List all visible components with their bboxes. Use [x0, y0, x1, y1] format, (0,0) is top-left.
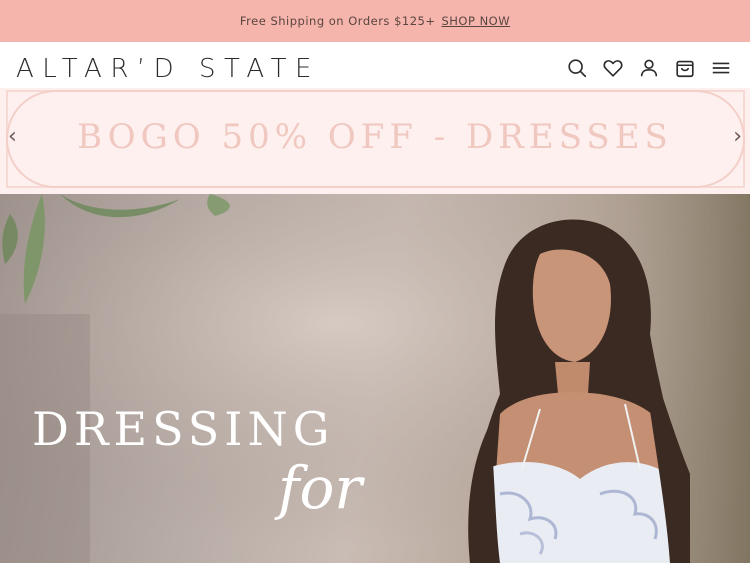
- hero-image[interactable]: DRESSING for: [0, 194, 750, 563]
- banner-prev-button[interactable]: ‹: [8, 126, 17, 148]
- site-header: ALTAR’D STATE: [0, 42, 750, 88]
- promo-text: Free Shipping on Orders $125+: [239, 14, 436, 28]
- banner-text: BOGO 50% OFF - DRESSES: [77, 117, 673, 157]
- hero-illustration: [0, 194, 750, 563]
- hero-script: for: [278, 454, 363, 522]
- menu-icon[interactable]: [710, 57, 732, 79]
- heart-icon[interactable]: [602, 57, 624, 79]
- shop-now-link[interactable]: SHOP NOW: [441, 14, 510, 28]
- hero-title: DRESSING: [32, 402, 335, 456]
- brand-logo[interactable]: ALTAR’D STATE: [16, 54, 320, 84]
- account-icon[interactable]: [638, 57, 660, 79]
- bag-icon[interactable]: [674, 57, 696, 79]
- search-icon[interactable]: [566, 57, 588, 79]
- banner-next-button[interactable]: ›: [733, 126, 742, 148]
- promo-banner[interactable]: BOGO 50% OFF - DRESSES ‹ ›: [0, 88, 750, 194]
- promo-bar: Free Shipping on Orders $125+ SHOP NOW: [0, 0, 750, 42]
- header-icons: [566, 57, 732, 79]
